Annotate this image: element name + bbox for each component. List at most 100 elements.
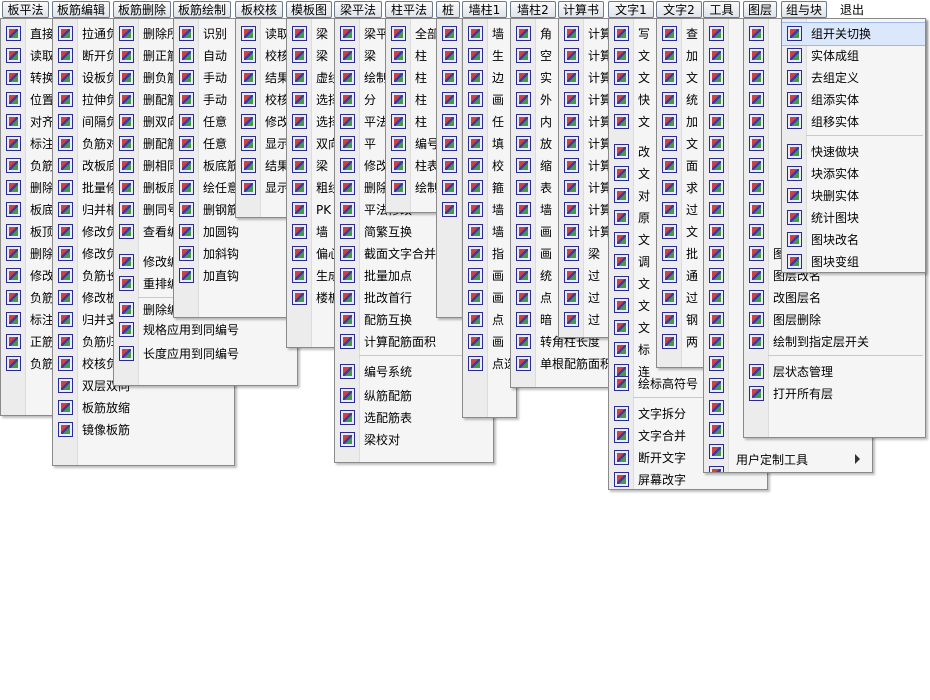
- menu-item[interactable]: 文: [657, 133, 705, 155]
- menu-tab-1[interactable]: 板筋编辑: [52, 1, 110, 18]
- menu-item[interactable]: 用户定制工具: [704, 449, 872, 471]
- menu-tab-14[interactable]: 工具: [703, 1, 740, 18]
- menu-item[interactable]: 箍: [463, 177, 516, 199]
- menu-item[interactable]: 计算: [559, 23, 615, 45]
- menu-item[interactable]: 画: [463, 89, 516, 111]
- menu-item[interactable]: 点: [463, 309, 516, 331]
- menu-item[interactable]: 绘制到指定层开关: [744, 331, 925, 353]
- menu-item[interactable]: 过: [657, 287, 705, 309]
- menu-tab-10[interactable]: 墙柱2: [510, 1, 556, 18]
- menu-item[interactable]: 计算: [559, 199, 615, 221]
- menu-item[interactable]: 求: [657, 177, 705, 199]
- menu-item[interactable]: 改图层名: [744, 287, 925, 309]
- menu-item[interactable]: 读取: [236, 23, 292, 45]
- menu-item[interactable]: 填: [463, 133, 516, 155]
- menu-item[interactable]: 全部: [386, 23, 436, 45]
- menu-item[interactable]: 查: [657, 23, 705, 45]
- menu-item[interactable]: 墙: [463, 221, 516, 243]
- menu-item[interactable]: 板筋放缩: [53, 397, 234, 419]
- menu-item[interactable]: 结果: [236, 67, 292, 89]
- menu-item[interactable]: 加斜钩: [174, 243, 297, 265]
- menu-tab-13[interactable]: 文字2: [656, 1, 702, 18]
- menu-item[interactable]: 墙: [463, 199, 516, 221]
- menu-item[interactable]: 画: [463, 287, 516, 309]
- menu-item[interactable]: 直接: [1, 23, 57, 45]
- menu-item[interactable]: 位置: [1, 89, 57, 111]
- menu-item[interactable]: 显示: [236, 177, 292, 199]
- menu-tab-11[interactable]: 计算书: [558, 1, 604, 18]
- menu-item[interactable]: 钢: [657, 309, 705, 331]
- menu-item[interactable]: 显示: [236, 133, 292, 155]
- menu-tab-9[interactable]: 墙柱1: [462, 1, 507, 18]
- menu-item[interactable]: 计算: [559, 89, 615, 111]
- menu-item[interactable]: 过: [559, 309, 615, 331]
- menu-item[interactable]: 块删实体: [782, 185, 925, 207]
- menu-item[interactable]: [437, 45, 463, 67]
- menu-tab-17[interactable]: 退出: [832, 1, 872, 18]
- menu-item[interactable]: 转换: [1, 67, 57, 89]
- menu-item[interactable]: 编号: [386, 133, 436, 155]
- menu-item[interactable]: [437, 199, 463, 221]
- menu-item[interactable]: 图块变组: [782, 251, 925, 272]
- menu-item[interactable]: [437, 155, 463, 177]
- menu-item[interactable]: 组添实体: [782, 89, 925, 111]
- menu-item[interactable]: 组移实体: [782, 111, 925, 133]
- menu-item[interactable]: 读取: [1, 45, 57, 67]
- menu-item[interactable]: 过: [657, 199, 705, 221]
- menu-item[interactable]: 生: [463, 45, 516, 67]
- menu-item[interactable]: 点选画箍筋: [463, 353, 516, 375]
- menu-item[interactable]: 柱: [386, 111, 436, 133]
- menu-tab-8[interactable]: 桩: [436, 1, 460, 18]
- menu-item[interactable]: 文: [657, 67, 705, 89]
- menu-item[interactable]: PK: [287, 199, 339, 221]
- menu-tab-12[interactable]: 文字1: [608, 1, 654, 18]
- menu-item[interactable]: [437, 23, 463, 45]
- menu-item[interactable]: 图层删除: [744, 309, 925, 331]
- menu-item[interactable]: 墙: [287, 221, 339, 243]
- menu-item[interactable]: 删除: [1, 177, 57, 199]
- menu-tab-15[interactable]: 图层: [743, 1, 777, 18]
- menu-item[interactable]: 边: [463, 67, 516, 89]
- menu-item[interactable]: 统计图块: [782, 207, 925, 229]
- menu-tab-4[interactable]: 板校核: [235, 1, 283, 18]
- menu-item[interactable]: 加: [657, 111, 705, 133]
- menu-item[interactable]: 修改: [236, 111, 292, 133]
- menu-item[interactable]: 负筋: [1, 353, 57, 375]
- menu-item[interactable]: 通: [657, 265, 705, 287]
- menu-item[interactable]: 梁校对: [335, 429, 493, 451]
- menu-item[interactable]: 校核: [236, 89, 292, 111]
- menu-item[interactable]: 过: [559, 287, 615, 309]
- menu-item[interactable]: 选择: [287, 89, 339, 111]
- menu-item[interactable]: [437, 111, 463, 133]
- menu-item[interactable]: 正筋: [1, 331, 57, 353]
- menu-item[interactable]: 指: [463, 243, 516, 265]
- menu-tab-3[interactable]: 板筋绘制: [173, 1, 231, 18]
- menu-tab-0[interactable]: 板平法: [2, 1, 49, 18]
- menu-item[interactable]: 结果: [236, 155, 292, 177]
- menu-item[interactable]: 双向: [287, 133, 339, 155]
- menu-item[interactable]: 图块改名: [782, 229, 925, 251]
- menu-item[interactable]: 粗线: [287, 177, 339, 199]
- menu-item[interactable]: 块添实体: [782, 163, 925, 185]
- menu-item[interactable]: 实体成组: [782, 45, 925, 67]
- menu-item[interactable]: 长度应用到同编号: [114, 343, 297, 365]
- menu-item[interactable]: 校: [463, 155, 516, 177]
- menu-item[interactable]: 标注: [1, 133, 57, 155]
- menu-item[interactable]: 组开关切换: [782, 22, 925, 46]
- menu-item[interactable]: [437, 67, 463, 89]
- menu-item[interactable]: 柱: [386, 45, 436, 67]
- menu-tab-2[interactable]: 板筋删除: [113, 1, 171, 18]
- menu-item[interactable]: 标注: [1, 309, 57, 331]
- menu-item[interactable]: 负筋: [1, 287, 57, 309]
- menu-item[interactable]: 批: [657, 243, 705, 265]
- menu-item[interactable]: 绘制: [386, 177, 436, 199]
- menu-item[interactable]: 负筋: [1, 155, 57, 177]
- menu-item[interactable]: 梁: [559, 243, 615, 265]
- menu-item[interactable]: 快速做块: [782, 141, 925, 163]
- menu-item[interactable]: 画: [463, 331, 516, 353]
- menu-item[interactable]: 打开所有层: [744, 383, 925, 405]
- menu-item[interactable]: 楼板: [287, 287, 339, 309]
- menu-item[interactable]: 两: [657, 331, 705, 353]
- menu-item[interactable]: 面: [657, 155, 705, 177]
- menu-item[interactable]: 计算: [559, 221, 615, 243]
